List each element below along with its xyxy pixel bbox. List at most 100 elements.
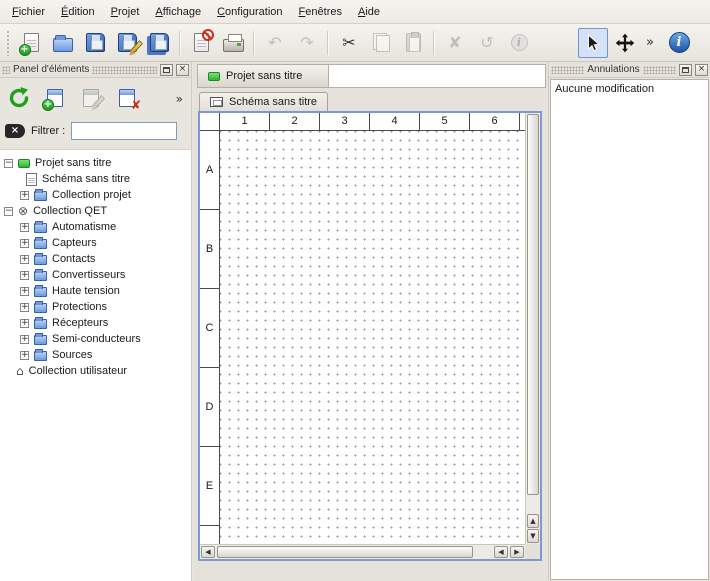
- scroll-right-button[interactable]: ▶: [510, 546, 524, 558]
- filter-input[interactable]: [71, 122, 177, 140]
- tree-item-protections[interactable]: + Protections: [0, 299, 191, 315]
- expand-expander-icon[interactable]: +: [20, 191, 29, 200]
- menu-affichage[interactable]: Affichage: [147, 2, 209, 22]
- menu-fenetres[interactable]: Fenêtres: [291, 2, 350, 22]
- tree-item-label: Collection QET: [33, 205, 107, 217]
- copy-button[interactable]: [366, 28, 396, 58]
- schema-tab[interactable]: Schéma sans titre: [199, 92, 328, 111]
- close-file-button[interactable]: [186, 28, 216, 58]
- print-button[interactable]: [218, 28, 248, 58]
- undo-panel-header[interactable]: Annulations ×: [549, 62, 710, 78]
- tree-item-collection-utilisateur[interactable]: ⌂ Collection utilisateur: [0, 363, 191, 379]
- tree-item-label: Récepteurs: [52, 317, 108, 329]
- vertical-scroll-thumb[interactable]: [527, 114, 539, 495]
- save-button[interactable]: [80, 28, 110, 58]
- element-info-button[interactable]: i: [504, 28, 534, 58]
- tree-item-semi-conducteurs[interactable]: + Semi-conducteurs: [0, 331, 191, 347]
- tree-item-capteurs[interactable]: + Capteurs: [0, 235, 191, 251]
- float-icon: [163, 67, 170, 73]
- tree-item-contacts[interactable]: + Contacts: [0, 251, 191, 267]
- paste-button[interactable]: [398, 28, 428, 58]
- ruler-corner: [200, 113, 220, 131]
- diagram-canvas[interactable]: [220, 131, 525, 544]
- float-icon: [682, 67, 689, 73]
- rotate-button[interactable]: ↺: [472, 28, 502, 58]
- horizontal-scroll-track[interactable]: [217, 546, 492, 559]
- tree-item-label: Sources: [52, 349, 92, 361]
- tree-item-recepteurs[interactable]: + Récepteurs: [0, 315, 191, 331]
- expand-expander-icon[interactable]: +: [20, 271, 29, 280]
- delete-element-button[interactable]: ✘: [113, 84, 141, 112]
- new-document-icon: +: [24, 33, 39, 52]
- toolbar-overflow-chevron[interactable]: »: [646, 36, 654, 49]
- tree-item-automatisme[interactable]: + Automatisme: [0, 219, 191, 235]
- select-tool-button[interactable]: [578, 28, 608, 58]
- expand-expander-icon[interactable]: +: [20, 303, 29, 312]
- row-ruler-label: A: [200, 131, 219, 210]
- scroll-down-button[interactable]: ▼: [527, 529, 539, 543]
- about-button[interactable]: i: [664, 28, 694, 58]
- delete-element-icon: ✘: [119, 89, 135, 107]
- horizontal-scroll-thumb[interactable]: [217, 546, 473, 558]
- clear-filter-button[interactable]: ×: [5, 124, 25, 138]
- redo-button[interactable]: ↷: [292, 28, 322, 58]
- scroll-left-button[interactable]: ◀: [201, 546, 215, 558]
- menu-projet[interactable]: Projet: [103, 2, 148, 22]
- expand-expander-icon[interactable]: +: [20, 255, 29, 264]
- undo-button[interactable]: ↶: [260, 28, 290, 58]
- tree-item-collection-qet[interactable]: − ⊗ Collection QET: [0, 203, 191, 219]
- vertical-scrollbar[interactable]: ▲ ▼: [525, 113, 540, 544]
- expand-expander-icon[interactable]: +: [20, 239, 29, 248]
- move-tool-button[interactable]: [610, 28, 640, 58]
- filter-label: Filtrer :: [31, 125, 65, 137]
- row-ruler: A B C D E: [200, 131, 220, 544]
- scroll-left-button[interactable]: ◀: [494, 546, 508, 558]
- new-element-button[interactable]: +: [41, 84, 69, 112]
- scrollbar-corner: [525, 544, 540, 559]
- undo-icon: ↶: [268, 35, 281, 51]
- reload-collections-button[interactable]: [5, 84, 33, 112]
- collapse-expander-icon[interactable]: −: [4, 207, 13, 216]
- menu-configuration[interactable]: Configuration: [209, 2, 290, 22]
- menu-edition[interactable]: Édition: [53, 2, 103, 22]
- vertical-scroll-track[interactable]: [526, 113, 540, 514]
- tree-item-convertisseurs[interactable]: + Convertisseurs: [0, 267, 191, 283]
- tree-item-schema-sans-titre[interactable]: Schéma sans titre: [0, 171, 191, 187]
- scroll-up-button[interactable]: ▲: [527, 514, 539, 528]
- expand-expander-icon[interactable]: +: [20, 351, 29, 360]
- open-project-button[interactable]: [48, 28, 78, 58]
- tree-item-haute-tension[interactable]: + Haute tension: [0, 283, 191, 299]
- float-dock-button[interactable]: [679, 64, 692, 76]
- tree-item-collection-projet[interactable]: + Collection projet: [0, 187, 191, 203]
- save-as-button[interactable]: [112, 28, 142, 58]
- tree-item-sources[interactable]: + Sources: [0, 347, 191, 363]
- project-tab[interactable]: Projet sans titre: [198, 65, 329, 87]
- expand-expander-icon[interactable]: +: [20, 287, 29, 296]
- expand-expander-icon[interactable]: +: [20, 223, 29, 232]
- collapse-expander-icon[interactable]: −: [4, 159, 13, 168]
- cut-button[interactable]: ✂: [334, 28, 364, 58]
- delete-icon: ✘: [448, 35, 461, 51]
- save-all-button[interactable]: [144, 28, 174, 58]
- panel-overflow-chevron[interactable]: »: [173, 92, 186, 106]
- close-dock-button[interactable]: ×: [695, 64, 708, 76]
- menu-aide[interactable]: Aide: [350, 2, 388, 22]
- tree-item-label: Protections: [52, 301, 107, 313]
- elements-panel: Panel d'éléments × + ✘ » × Filtrer : −: [0, 62, 192, 581]
- close-dock-button[interactable]: ×: [176, 64, 189, 76]
- menu-fichier[interactable]: Fichier: [4, 2, 53, 22]
- new-project-button[interactable]: +: [16, 28, 46, 58]
- folder-icon: [34, 255, 47, 265]
- tree-item-projet-sans-titre[interactable]: − Projet sans titre: [0, 155, 191, 171]
- horizontal-scrollbar[interactable]: ◀ ◀ ▶: [200, 544, 525, 559]
- elements-panel-header[interactable]: Panel d'éléments ×: [0, 62, 191, 78]
- expand-expander-icon[interactable]: +: [20, 335, 29, 344]
- column-ruler-label: 5: [420, 113, 470, 130]
- delete-button[interactable]: ✘: [440, 28, 470, 58]
- undo-list[interactable]: Aucune modification: [550, 79, 709, 580]
- float-dock-button[interactable]: [160, 64, 173, 76]
- refresh-icon: [7, 86, 31, 110]
- toolbar-drag-handle[interactable]: [6, 30, 11, 56]
- expand-expander-icon[interactable]: +: [20, 319, 29, 328]
- edit-element-button[interactable]: [77, 84, 105, 112]
